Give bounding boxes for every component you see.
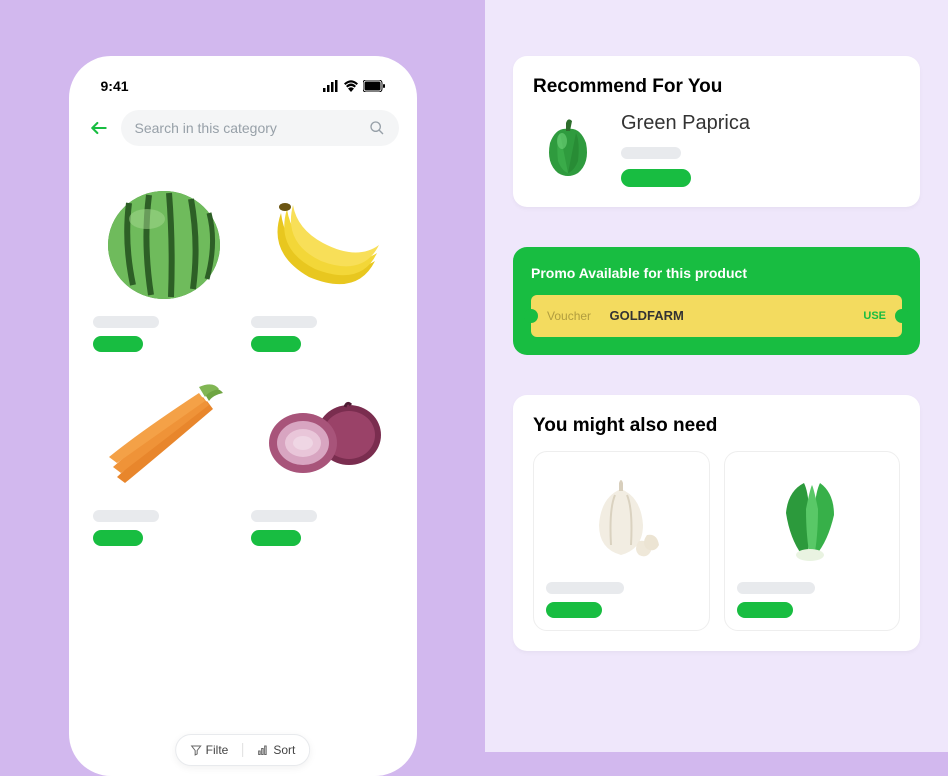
arrow-left-icon [89, 118, 109, 138]
recommend-image-green-paprica [533, 112, 603, 182]
voucher-use-button[interactable]: USE [863, 310, 886, 322]
product-card[interactable] [251, 178, 393, 352]
voucher-label: Voucher [547, 309, 591, 323]
filter-label: Filte [206, 743, 229, 757]
product-card[interactable] [251, 372, 393, 546]
mini-price-skeleton [546, 602, 602, 618]
product-image-red-onion [257, 372, 387, 502]
mini-name-skeleton [737, 582, 815, 594]
sort-icon [257, 744, 269, 756]
cellular-icon [323, 80, 339, 92]
product-name-skeleton [93, 510, 159, 522]
status-time: 9:41 [101, 78, 129, 94]
wifi-icon [343, 80, 359, 92]
recommend-card: Recommend For You Green Paprica [513, 56, 920, 207]
search-input[interactable]: Search in this category [121, 110, 399, 146]
recommend-meta-skeleton [621, 147, 681, 159]
search-placeholder: Search in this category [135, 120, 277, 136]
product-name-skeleton [251, 510, 317, 522]
mini-price-skeleton [737, 602, 793, 618]
voucher-code: GOLDFARM [610, 308, 684, 323]
product-card[interactable] [93, 178, 235, 352]
promo-title: Promo Available for this product [531, 265, 902, 281]
phone-frame: 9:41 Search in this category [69, 56, 417, 776]
filter-sort-bar: Filte Sort [175, 734, 311, 766]
product-price-skeleton [93, 336, 143, 352]
product-price-skeleton [251, 336, 301, 352]
status-bar: 9:41 [83, 70, 403, 102]
recommend-title: Recommend For You [533, 76, 900, 98]
mini-image-garlic [546, 464, 697, 574]
recommend-price-skeleton [621, 169, 691, 187]
product-grid [83, 154, 403, 570]
also-need-card: You might also need [513, 395, 920, 651]
recommend-product-name: Green Paprica [621, 112, 750, 135]
status-icons [323, 80, 385, 92]
product-price-skeleton [93, 530, 143, 546]
product-name-skeleton [251, 316, 317, 328]
battery-icon [363, 80, 385, 92]
mini-name-skeleton [546, 582, 624, 594]
voucher: Voucher GOLDFARM USE [531, 295, 902, 337]
promo-card: Promo Available for this product Voucher… [513, 247, 920, 355]
product-image-watermelon [99, 178, 229, 308]
product-image-carrots [99, 372, 229, 502]
product-price-skeleton [251, 530, 301, 546]
product-card[interactable] [93, 372, 235, 546]
product-name-skeleton [93, 316, 159, 328]
back-button[interactable] [87, 116, 111, 140]
mini-card[interactable] [533, 451, 710, 631]
mini-image-bok-choy [737, 464, 888, 574]
filter-button[interactable]: Filte [190, 743, 229, 757]
filter-icon [190, 744, 202, 756]
product-image-banana [257, 178, 387, 308]
mini-card[interactable] [724, 451, 901, 631]
also-need-title: You might also need [533, 415, 900, 437]
search-icon [369, 120, 385, 136]
divider [242, 743, 243, 757]
sort-label: Sort [273, 743, 295, 757]
sort-button[interactable]: Sort [257, 743, 295, 757]
